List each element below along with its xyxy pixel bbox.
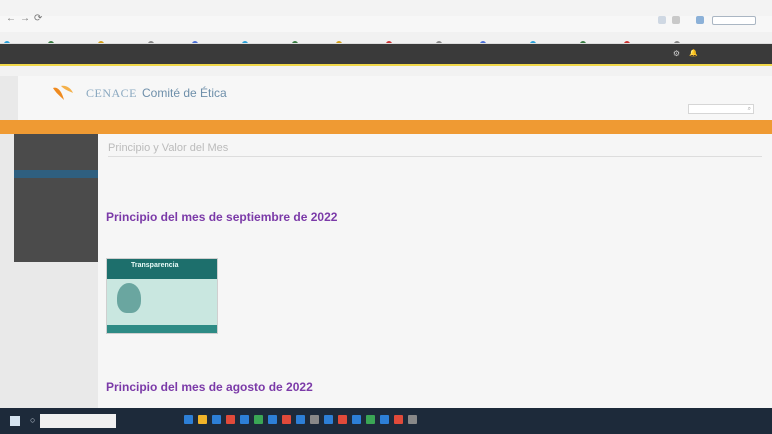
- taskbar-app-icon[interactable]: [212, 415, 221, 424]
- poster-footer: [107, 325, 217, 333]
- title-divider: [108, 156, 762, 157]
- windows-taskbar: ○: [0, 408, 772, 434]
- heading-august: Principio del mes de agosto de 2022: [106, 380, 313, 394]
- page-title: Principio y Valor del Mes: [108, 142, 229, 154]
- taskbar-app-icon[interactable]: [310, 415, 319, 424]
- poster-title: Transparencia: [131, 262, 179, 269]
- search-input[interactable]: ⌕: [688, 104, 754, 114]
- back-icon[interactable]: ←: [6, 13, 16, 24]
- taskbar-app-icon[interactable]: [240, 415, 249, 424]
- taskbar-search-box[interactable]: [40, 414, 116, 428]
- bell-icon[interactable]: 🔔: [689, 49, 698, 57]
- taskbar-app-icon[interactable]: [198, 415, 207, 424]
- reload-icon[interactable]: ⟳: [34, 13, 42, 24]
- taskbar-app-icon[interactable]: [226, 415, 235, 424]
- site-header: CENACE Comité de Ética ⌕: [18, 76, 772, 120]
- sidebar-item[interactable]: [14, 170, 98, 178]
- main-content: Principio y Valor del Mes Principio del …: [98, 134, 772, 408]
- extension-icon[interactable]: [658, 16, 666, 24]
- taskbar-app-icon[interactable]: [184, 415, 193, 424]
- site-top-bar: ⚙ 🔔: [0, 44, 772, 64]
- breadcrumb: [0, 66, 772, 76]
- extension-icon[interactable]: [696, 16, 704, 24]
- taskbar-app-icon[interactable]: [352, 415, 361, 424]
- taskbar-app-icon[interactable]: [366, 415, 375, 424]
- search-icon[interactable]: ⌕: [748, 106, 751, 113]
- forward-icon[interactable]: →: [20, 13, 30, 24]
- taskbar-app-icon[interactable]: [254, 415, 263, 424]
- extension-icon[interactable]: [672, 16, 680, 24]
- taskbar-app-icon[interactable]: [338, 415, 347, 424]
- address-bar[interactable]: [64, 14, 274, 25]
- heading-september: Principio del mes de septiembre de 2022: [106, 210, 338, 224]
- windows-start-icon[interactable]: [10, 416, 20, 426]
- taskbar-app-icon[interactable]: [282, 415, 291, 424]
- taskbar-app-icon[interactable]: [380, 415, 389, 424]
- brand-name: CENACE: [86, 86, 137, 100]
- sidebar: [14, 134, 98, 262]
- browser-extension-icons: [652, 13, 772, 29]
- taskbar-app-icon[interactable]: [296, 415, 305, 424]
- main-navigation: [0, 120, 772, 134]
- search-icon[interactable]: ○: [30, 415, 35, 425]
- cenace-logo-icon: [53, 85, 73, 100]
- poster-banner: Transparencia: [107, 259, 217, 279]
- taskbar-app-icon[interactable]: [268, 415, 277, 424]
- taskbar-app-icon[interactable]: [324, 415, 333, 424]
- transparency-poster-image[interactable]: Transparencia: [106, 258, 218, 334]
- gear-icon[interactable]: ⚙: [673, 49, 680, 58]
- portrait-image: [117, 283, 141, 313]
- taskbar-app-icon[interactable]: [408, 415, 417, 424]
- bookmarks-bar: [0, 32, 772, 44]
- taskbar-app-icon[interactable]: [394, 415, 403, 424]
- site-title: Comité de Ética: [142, 86, 227, 100]
- browser-profile-button[interactable]: [712, 16, 756, 25]
